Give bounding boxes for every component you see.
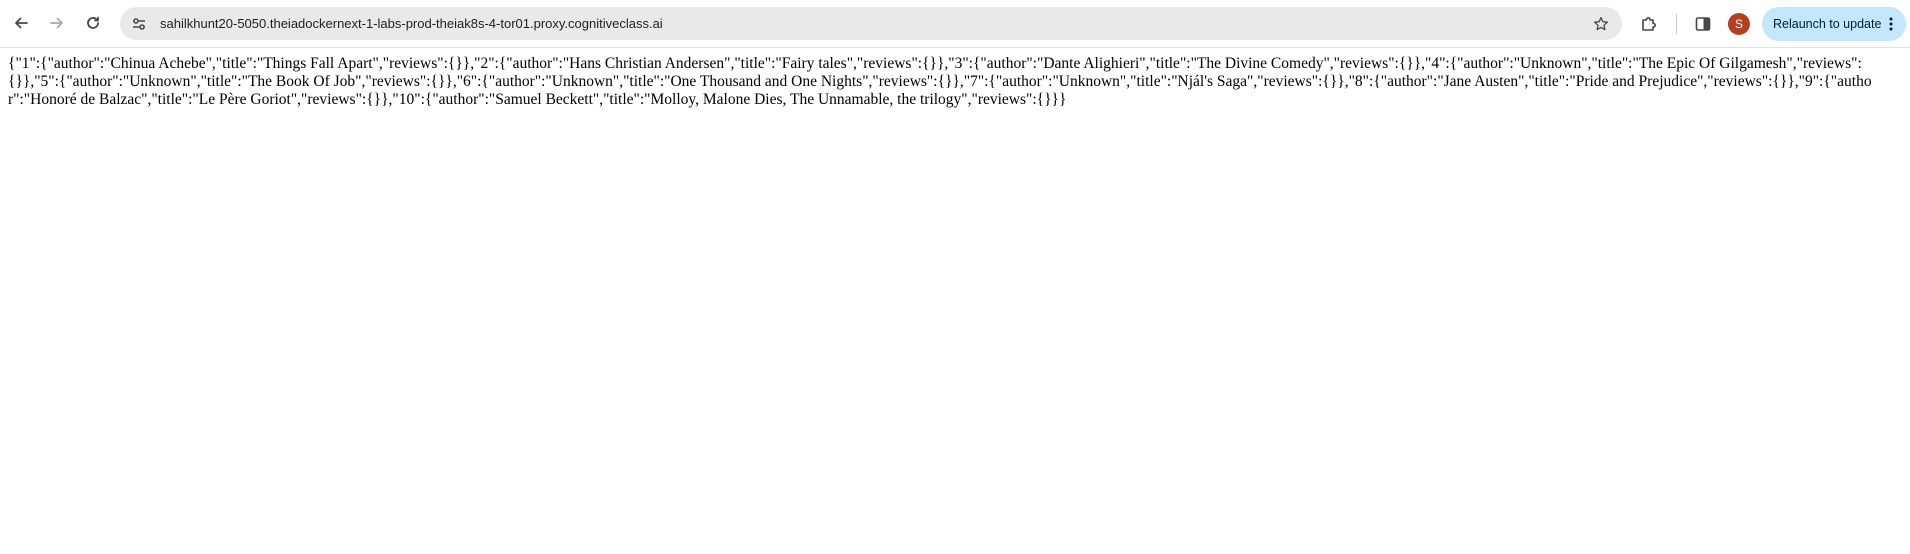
side-panel-button[interactable]	[1688, 9, 1718, 39]
url-text[interactable]: sahilkhunt20-5050.theiadockernext-1-labs…	[160, 16, 1586, 31]
arrow-right-icon	[50, 17, 63, 29]
address-bar[interactable]: sahilkhunt20-5050.theiadockernext-1-labs…	[120, 7, 1622, 40]
extensions-button[interactable]	[1634, 9, 1664, 39]
puzzle-icon	[1642, 17, 1656, 31]
browser-toolbar: sahilkhunt20-5050.theiadockernext-1-labs…	[0, 0, 1910, 48]
kebab-menu-icon[interactable]	[1889, 17, 1893, 31]
side-panel-icon	[1695, 17, 1711, 31]
profile-avatar[interactable]: S	[1728, 13, 1750, 35]
relaunch-label: Relaunch to update	[1773, 17, 1882, 31]
relaunch-to-update-button[interactable]: Relaunch to update	[1762, 7, 1906, 41]
json-response-text: {"1":{"author":"Chinua Achebe","title":"…	[8, 55, 1872, 108]
toolbar-separator	[1676, 14, 1677, 34]
star-icon	[1593, 16, 1609, 30]
reload-button[interactable]	[78, 8, 108, 38]
tune-icon	[133, 17, 145, 30]
site-info-button[interactable]	[124, 9, 154, 39]
bookmark-button[interactable]	[1586, 9, 1616, 39]
forward-button[interactable]	[42, 8, 72, 38]
arrow-left-icon	[15, 17, 28, 29]
back-button[interactable]	[6, 8, 36, 38]
reload-icon	[87, 16, 99, 29]
